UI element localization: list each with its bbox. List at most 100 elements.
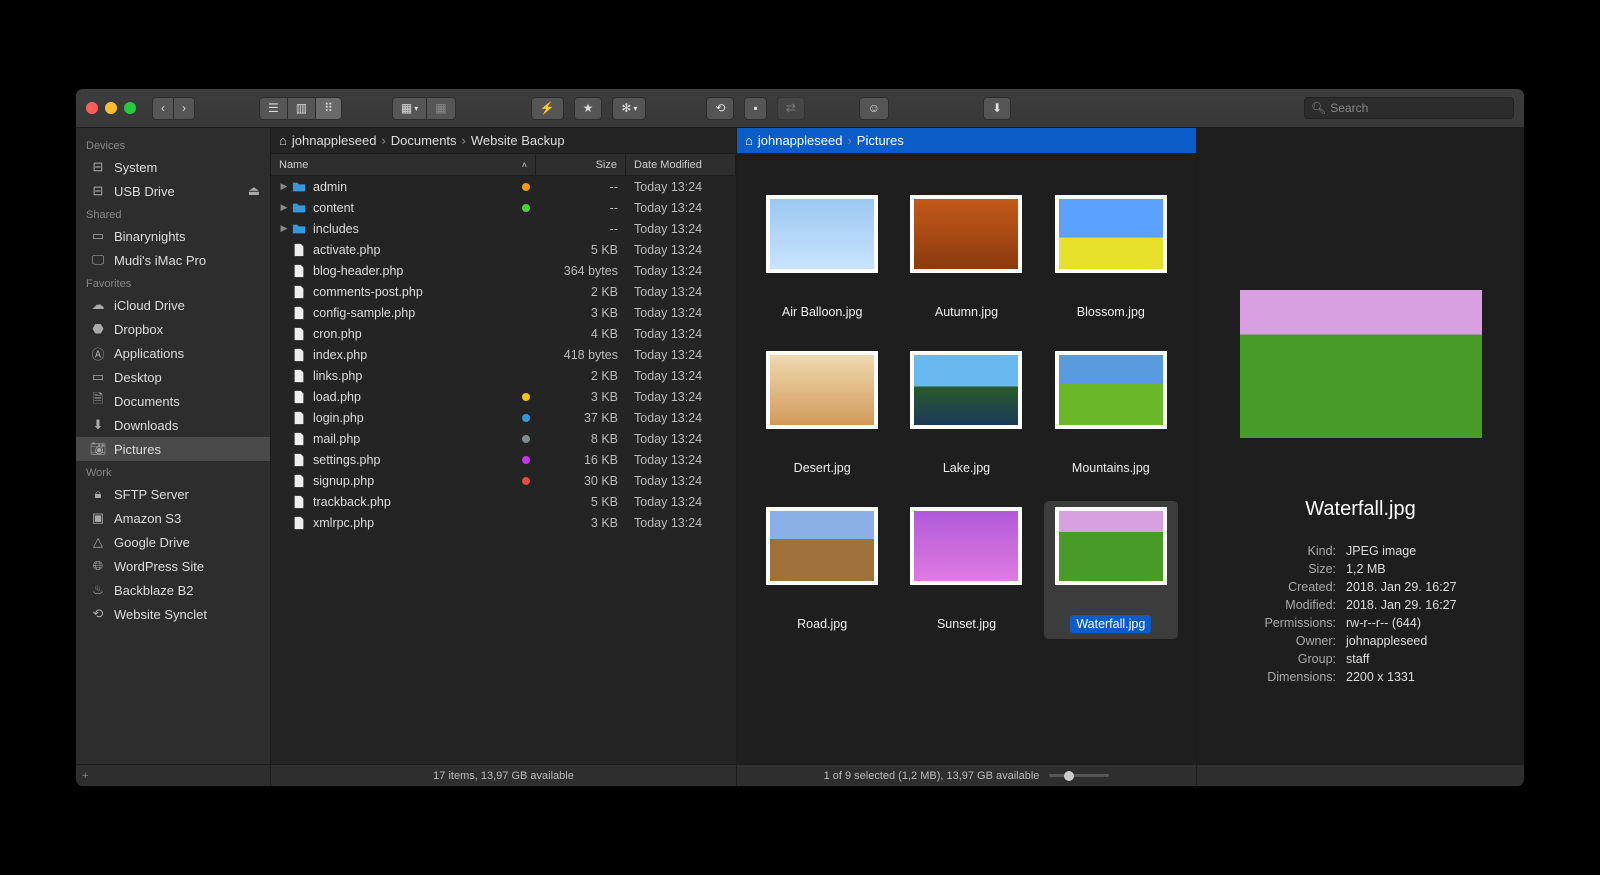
col-date[interactable]: Date Modified xyxy=(626,154,736,175)
zoom-slider[interactable] xyxy=(1049,774,1109,777)
breadcrumb-segment[interactable]: johnappleseed xyxy=(292,133,377,148)
sidebar-item-binarynights[interactable]: ▭Binarynights xyxy=(76,224,270,248)
file-row[interactable]: settings.php16 KBToday 13:24 xyxy=(271,449,736,470)
file-row[interactable]: config-sample.php3 KBToday 13:24 xyxy=(271,302,736,323)
sidebar-item-desktop[interactable]: ▭Desktop xyxy=(76,365,270,389)
zoom-button[interactable] xyxy=(124,102,136,114)
file-row[interactable]: mail.php8 KBToday 13:24 xyxy=(271,428,736,449)
sync-button[interactable]: ⟲ xyxy=(706,97,734,120)
sidebar-item-dropbox[interactable]: ⬣Dropbox xyxy=(76,317,270,341)
favorite-button[interactable]: ★ xyxy=(574,97,603,120)
file-date: Today 13:24 xyxy=(626,390,736,404)
file-row[interactable]: signup.php30 KBToday 13:24 xyxy=(271,470,736,491)
file-row[interactable]: comments-post.php2 KBToday 13:24 xyxy=(271,281,736,302)
view-column-button[interactable]: ▥ xyxy=(287,97,315,120)
thumbnail-grid[interactable]: Air Balloon.jpgAutumn.jpgBlossom.jpg Dese… xyxy=(737,154,1196,764)
view-icon-button[interactable]: ⠿ xyxy=(315,97,342,120)
info-title: Waterfall.jpg xyxy=(1305,498,1415,521)
thumbnail[interactable]: Road.jpg xyxy=(755,501,889,639)
info-value: 1,2 MB xyxy=(1346,561,1457,577)
file-row[interactable]: load.php3 KBToday 13:24 xyxy=(271,386,736,407)
sidebar-item-documents[interactable]: 🗎Documents xyxy=(76,389,270,413)
breadcrumb-left[interactable]: ⌂johnappleseed›Documents›Website Backup xyxy=(271,128,736,154)
thumbnail-label: Waterfall.jpg xyxy=(1070,615,1151,633)
hidden-button[interactable]: ▦ xyxy=(426,97,455,120)
action-button[interactable]: ✻▾ xyxy=(612,97,646,120)
thumbnail[interactable]: Blossom.jpg xyxy=(1044,189,1178,327)
back-button[interactable]: ‹ xyxy=(152,97,173,120)
file-list[interactable]: ▶admin--Today 13:24▶content--Today 13:24… xyxy=(271,176,736,764)
sidebar-item-usb-drive[interactable]: ⊟USB Drive⏏ xyxy=(76,179,270,203)
compare-button[interactable]: ⇄ xyxy=(777,97,805,120)
sidebar-item-website-synclet[interactable]: ⟲Website Synclet xyxy=(76,602,270,626)
sidebar-item-backblaze-b2[interactable]: ♨Backblaze B2 xyxy=(76,578,270,602)
thumbnail[interactable]: Air Balloon.jpg xyxy=(755,189,889,327)
display-icon: 🖵 xyxy=(90,252,106,268)
disclosure-icon[interactable]: ▶ xyxy=(277,202,291,213)
status-add[interactable]: + xyxy=(76,765,271,786)
quicklook-button[interactable]: ☺ xyxy=(859,97,889,120)
file-icon xyxy=(291,390,307,404)
file-row[interactable]: login.php37 KBToday 13:24 xyxy=(271,407,736,428)
file-row[interactable]: ▶includes--Today 13:24 xyxy=(271,218,736,239)
slider-handle[interactable] xyxy=(1064,771,1074,781)
minimize-button[interactable] xyxy=(105,102,117,114)
view-list-button[interactable]: ☰ xyxy=(259,97,287,120)
file-date: Today 13:24 xyxy=(626,306,736,320)
terminal-button[interactable]: ▪ xyxy=(744,97,766,120)
file-row[interactable]: xmlrpc.php3 KBToday 13:24 xyxy=(271,512,736,533)
sidebar-item-pictures[interactable]: 📷︎Pictures xyxy=(76,437,270,461)
breadcrumb-segment[interactable]: Documents xyxy=(391,133,457,148)
thumbnail[interactable]: Desert.jpg xyxy=(755,345,889,483)
forward-button[interactable]: › xyxy=(173,97,195,120)
sidebar-item-sftp-server[interactable]: 🔒︎SFTP Server xyxy=(76,482,270,506)
disclosure-icon[interactable]: ▶ xyxy=(277,181,291,192)
file-row[interactable]: blog-header.php364 bytesToday 13:24 xyxy=(271,260,736,281)
file-row[interactable]: cron.php4 KBToday 13:24 xyxy=(271,323,736,344)
sidebar-item-label: Google Drive xyxy=(114,535,190,550)
file-row[interactable]: ▶admin--Today 13:24 xyxy=(271,176,736,197)
col-name[interactable]: Name˄ xyxy=(271,154,536,175)
file-name: blog-header.php xyxy=(313,264,403,278)
sidebar-item-mudi-s-imac-pro[interactable]: 🖵Mudi's iMac Pro xyxy=(76,248,270,272)
sidebar-item-google-drive[interactable]: △Google Drive xyxy=(76,530,270,554)
sidebar: Devices⊟System⊟USB Drive⏏Shared▭Binaryni… xyxy=(76,128,271,764)
sidebar-item-amazon-s3[interactable]: ▣Amazon S3 xyxy=(76,506,270,530)
activity-button[interactable]: ⬇ xyxy=(983,97,1011,120)
breadcrumb-right[interactable]: ⌂johnappleseed›Pictures xyxy=(737,128,1196,154)
file-row[interactable]: index.php418 bytesToday 13:24 xyxy=(271,344,736,365)
col-size[interactable]: Size xyxy=(536,154,626,175)
thumbnail[interactable]: Lake.jpg xyxy=(899,345,1033,483)
search-input[interactable]: 🔍︎Search xyxy=(1304,97,1514,119)
sidebar-item-downloads[interactable]: ⬇Downloads xyxy=(76,413,270,437)
eject-icon[interactable]: ⏏ xyxy=(248,183,260,199)
breadcrumb-segment[interactable]: johnappleseed xyxy=(758,133,843,148)
status-right: 1 of 9 selected (1,2 MB), 13,97 GB avail… xyxy=(737,765,1197,786)
arrange-button[interactable]: ▦▾ xyxy=(392,97,426,120)
file-row[interactable]: links.php2 KBToday 13:24 xyxy=(271,365,736,386)
disclosure-icon[interactable]: ▶ xyxy=(277,223,291,234)
close-button[interactable] xyxy=(86,102,98,114)
file-row[interactable]: activate.php5 KBToday 13:24 xyxy=(271,239,736,260)
sidebar-item-label: Backblaze B2 xyxy=(114,583,194,598)
file-row[interactable]: ▶content--Today 13:24 xyxy=(271,197,736,218)
sidebar-item-applications[interactable]: ⒶApplications xyxy=(76,341,270,365)
thumbnail[interactable]: Autumn.jpg xyxy=(899,189,1033,327)
breadcrumb-segment[interactable]: Pictures xyxy=(857,133,904,148)
file-name: settings.php xyxy=(313,453,380,467)
breadcrumb-segment[interactable]: Website Backup xyxy=(471,133,565,148)
thumbnail-image xyxy=(766,351,878,429)
thumbnail[interactable]: Waterfall.jpg xyxy=(1044,501,1178,639)
sidebar-item-system[interactable]: ⊟System xyxy=(76,155,270,179)
info-value: 2200 x 1331 xyxy=(1346,669,1457,685)
column-headers: Name˄ Size Date Modified xyxy=(271,154,736,176)
thumbnail[interactable]: Mountains.jpg xyxy=(1044,345,1178,483)
thumbnail[interactable]: Sunset.jpg xyxy=(899,501,1033,639)
sidebar-item-wordpress-site[interactable]: 🌐︎WordPress Site xyxy=(76,554,270,578)
file-row[interactable]: trackback.php5 KBToday 13:24 xyxy=(271,491,736,512)
file-icon xyxy=(291,453,307,467)
sidebar-item-icloud-drive[interactable]: ☁iCloud Drive xyxy=(76,293,270,317)
info-table: Kind:JPEG imageSize:1,2 MBCreated:2018. … xyxy=(1262,541,1458,687)
quickopen-button[interactable]: ⚡ xyxy=(531,97,564,120)
file-size: 37 KB xyxy=(536,411,626,425)
